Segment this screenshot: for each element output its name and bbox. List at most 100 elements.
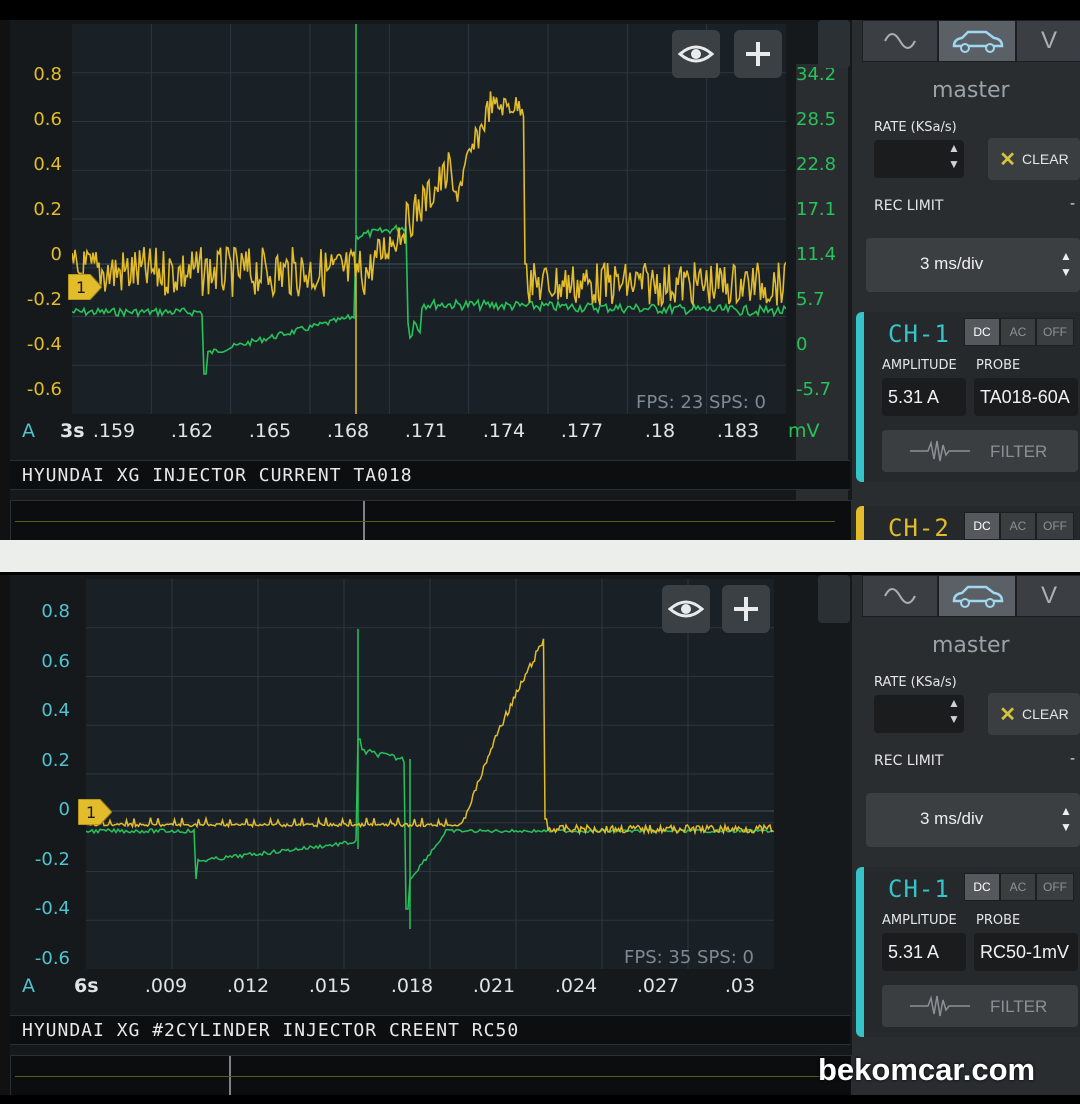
channel-1-label: CH-1 xyxy=(888,875,950,903)
control-panel: V master RATE (KSa/s) ▲ ▼ ✕ CLEAR REC LIMI… xyxy=(852,20,1080,540)
channel-1-label: CH-1 xyxy=(888,320,950,348)
ch1-coupling-off[interactable]: OFF xyxy=(1036,873,1074,901)
fps-readout: FPS: 23 SPS: 0 xyxy=(636,392,766,413)
scroll-handle[interactable] xyxy=(818,20,850,68)
x-axis-tick: .183 xyxy=(716,420,760,442)
y-axis-left-tick: -0.2 xyxy=(26,289,62,310)
voltmeter-icon: V xyxy=(1040,27,1057,54)
plus-icon xyxy=(734,597,758,621)
y-axis-left-tick: 0.4 xyxy=(41,700,70,721)
channel-1-card: CH-1 DC AC OFF AMPLITUDE PROBE 5.31 A TA… xyxy=(856,312,1080,482)
clear-button[interactable]: ✕ CLEAR xyxy=(988,138,1080,180)
channel-1-marker[interactable]: 1 xyxy=(68,274,102,300)
grid xyxy=(72,24,786,414)
scroll-handle[interactable] xyxy=(818,575,850,623)
tab-wave[interactable] xyxy=(862,575,938,617)
y-axis-left-tick: 0.8 xyxy=(33,64,62,85)
waveform-canvas xyxy=(86,579,774,969)
ch1-coupling-dc[interactable]: DC xyxy=(964,318,1000,346)
waveform-plot[interactable] xyxy=(86,579,774,969)
x-axis-tick: .027 xyxy=(636,975,680,997)
overview-strip[interactable] xyxy=(10,500,852,540)
probe-select[interactable]: TA018-60A xyxy=(974,378,1078,416)
x-axis-tick: .015 xyxy=(308,975,352,997)
tab-voltmeter[interactable]: V xyxy=(1016,20,1080,62)
amplitude-label: AMPLITUDE xyxy=(882,913,957,928)
wave-icon xyxy=(884,588,916,604)
timebase-select[interactable]: 3 ms/div ▲ ▼ xyxy=(866,793,1080,847)
master-label: master xyxy=(932,633,1010,658)
watermark: bekomcar.com xyxy=(818,1052,1036,1087)
x-axis-tick: .021 xyxy=(472,975,516,997)
x-axis-tick: .174 xyxy=(482,420,526,442)
rec-limit-value: - xyxy=(1070,751,1076,767)
channel-2-label: CH-2 xyxy=(888,514,950,540)
ch1-coupling-ac[interactable]: AC xyxy=(1000,318,1036,346)
clear-x-icon: ✕ xyxy=(999,703,1017,726)
x-axis-tick: .18 xyxy=(644,420,676,442)
add-measurement-button[interactable] xyxy=(734,30,782,78)
timebase-stepper-icon: ▲ ▼ xyxy=(1060,804,1072,834)
wave-icon xyxy=(884,33,916,49)
channel-2-card: CH-2 DC AC OFF xyxy=(856,506,1080,540)
ch1-coupling-off[interactable]: OFF xyxy=(1036,318,1074,346)
marker-label: 1 xyxy=(86,803,96,822)
timebase-select[interactable]: 3 ms/div ▲ ▼ xyxy=(866,238,1080,292)
overview-strip[interactable] xyxy=(10,1055,852,1095)
x-axis-tick: .159 xyxy=(92,420,136,442)
channel-1-marker[interactable]: 1 xyxy=(78,799,112,825)
x-axis-tick: .012 xyxy=(226,975,270,997)
y-axis-left-tick: 0 xyxy=(58,799,70,820)
waveform-plot[interactable] xyxy=(72,24,786,414)
y-axis-left-tick: 0 xyxy=(50,244,62,265)
filter-button[interactable]: FILTER xyxy=(882,430,1078,472)
probe-label: PROBE xyxy=(976,913,1021,928)
filter-wave-icon xyxy=(910,995,970,1017)
ch2-coupling-off[interactable]: OFF xyxy=(1036,512,1074,540)
tab-automotive[interactable] xyxy=(938,575,1016,617)
probe-label: PROBE xyxy=(976,358,1021,373)
waveform-title: HYUNDAI XG INJECTOR CURRENT TA018 xyxy=(10,460,850,490)
time-scale-label: 6s xyxy=(74,975,99,997)
y-axis-left-tick: 0.6 xyxy=(41,650,70,672)
y-axis-left-tick: -0.4 xyxy=(26,334,62,355)
visibility-toggle-button[interactable] xyxy=(662,585,710,633)
waveform-title: HYUNDAI XG #2CYLINDER INJECTOR CREENT RC… xyxy=(10,1015,850,1045)
amplitude-select[interactable]: 5.31 A xyxy=(882,378,966,416)
rec-limit-value: - xyxy=(1070,196,1076,212)
rate-stepper[interactable]: ▲ ▼ xyxy=(946,695,962,733)
add-measurement-button[interactable] xyxy=(722,585,770,633)
rate-label: RATE (KSa/s) xyxy=(874,675,957,690)
car-icon xyxy=(952,30,1004,53)
ch2-coupling-ac[interactable]: AC xyxy=(1000,512,1036,540)
rate-stepper[interactable]: ▲ ▼ xyxy=(946,140,962,178)
tab-automotive[interactable] xyxy=(938,20,1016,62)
visibility-toggle-button[interactable] xyxy=(672,30,720,78)
right-axis-unit: mV xyxy=(788,420,820,442)
tab-wave[interactable] xyxy=(862,20,938,62)
scope-panel-top: 0.8 0.6 0.4 0.2 0 -0.2 -0.4 -0.6 34.2 28.5 22.8 17… xyxy=(0,20,1080,540)
channel-1-card: CH-1 DC AC OFF AMPLITUDE PROBE 5.31 A RC… xyxy=(856,867,1080,1037)
left-axis-unit: A xyxy=(22,420,35,442)
x-axis-tick: .171 xyxy=(404,420,448,442)
tab-voltmeter[interactable]: V xyxy=(1016,575,1080,617)
y-axis-left-tick: 0.6 xyxy=(33,109,62,130)
ch2-coupling-dc[interactable]: DC xyxy=(964,512,1000,540)
y-axis-left-tick: -0.6 xyxy=(26,379,62,400)
clear-button[interactable]: ✕ CLEAR xyxy=(988,693,1080,735)
channel-2-trace xyxy=(72,224,786,375)
rec-limit-label: REC LIMIT xyxy=(874,753,944,769)
ch1-coupling-ac[interactable]: AC xyxy=(1000,873,1036,901)
y-axis-left-tick: 0.2 xyxy=(41,749,70,771)
voltmeter-icon: V xyxy=(1040,582,1057,609)
image-separator xyxy=(0,540,1080,572)
probe-select[interactable]: RC50-1mV xyxy=(974,933,1078,971)
plus-icon xyxy=(746,42,770,66)
amplitude-select[interactable]: 5.31 A xyxy=(882,933,966,971)
x-axis-tick: .165 xyxy=(248,420,292,442)
y-axis-left-tick: -0.6 xyxy=(34,947,70,969)
timebase-stepper-icon: ▲ ▼ xyxy=(1060,249,1072,279)
left-axis-unit: A xyxy=(22,975,35,997)
ch1-coupling-dc[interactable]: DC xyxy=(964,873,1000,901)
filter-button[interactable]: FILTER xyxy=(882,985,1078,1027)
